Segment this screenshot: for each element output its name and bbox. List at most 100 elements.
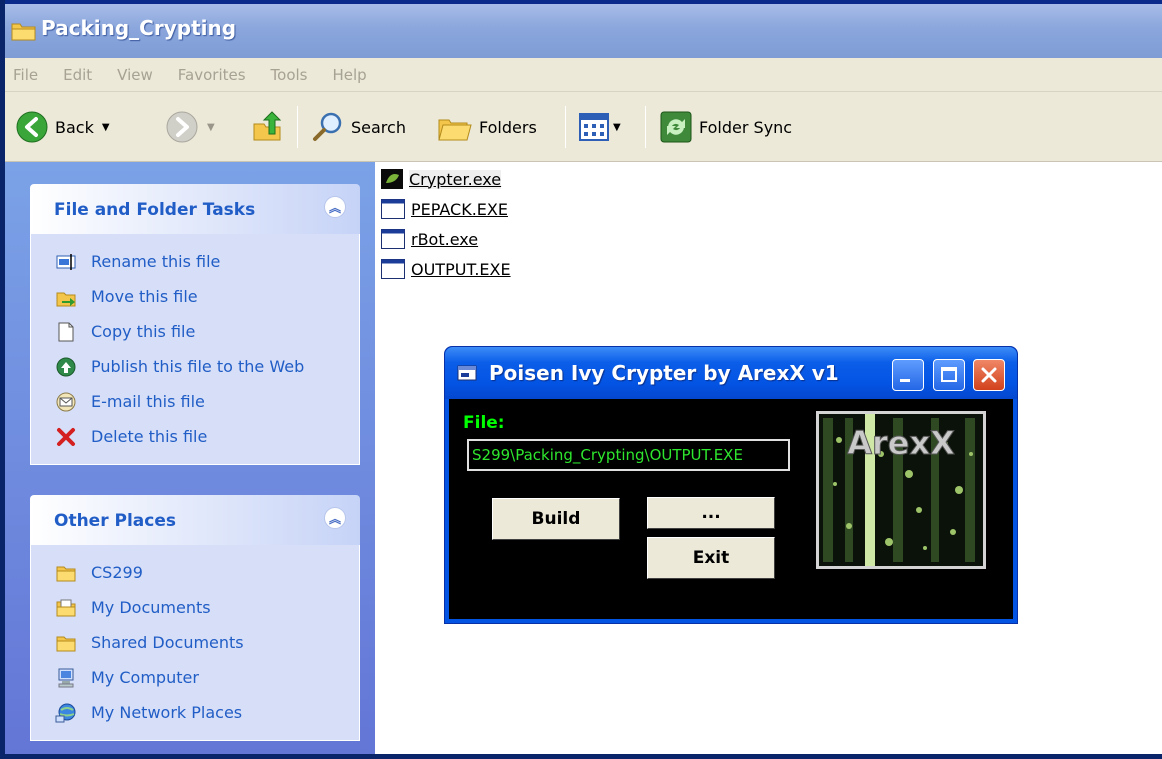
views-grid-icon [579,113,609,141]
panel-title: File and Folder Tasks [54,200,256,220]
exit-button[interactable]: Exit [647,537,775,579]
task-delete[interactable]: Delete this file [31,419,359,454]
search-button[interactable]: Search [311,92,406,162]
place-label: My Computer [91,668,199,687]
logo-artwork: ArexX [819,414,983,566]
build-button[interactable]: Build [492,498,620,540]
file-name: PEPACK.EXE [411,199,508,219]
other-places-panel: Other Places ︽ CS299 My Documents Shared… [30,495,360,741]
task-rename[interactable]: Rename this file [31,244,359,279]
menu-favorites[interactable]: Favorites [178,66,246,84]
place-cs299[interactable]: CS299 [31,555,359,590]
up-folder-icon [253,111,282,141]
menu-edit[interactable]: Edit [63,66,92,84]
chevron-down-icon[interactable]: ▼ [102,122,110,133]
file-item-output[interactable]: OUTPUT.EXE [381,256,511,282]
my-computer-icon [58,668,74,687]
crypter-body: File: Build ... Exit [449,399,1013,619]
folder-icon [56,566,76,581]
menu-bar: File Edit View Favorites Tools Help [5,58,1162,92]
folders-icon [438,119,472,141]
crypter-title: Poisen Ivy Crypter by ArexX v1 [489,361,839,385]
place-label: My Documents [91,598,211,617]
email-icon [56,392,76,411]
place-my-computer[interactable]: My Computer [31,660,359,695]
menu-help[interactable]: Help [333,66,367,84]
minimize-button[interactable] [892,359,924,391]
forward-arrow-icon [166,111,198,143]
file-item-rbot[interactable]: rBot.exe [381,226,478,252]
forward-button[interactable]: ▼ [165,92,215,162]
collapse-chevron-icon[interactable]: ︽ [324,196,346,218]
folder-sync-icon [660,111,692,143]
back-button[interactable]: Back ▼ [15,92,110,162]
place-my-network-places[interactable]: My Network Places [31,695,359,730]
task-publish-web[interactable]: Publish this file to the Web [31,349,359,384]
chevron-down-icon: ▼ [613,121,621,133]
explorer-title-bar[interactable]: Packing_Crypting [5,0,1162,58]
crypter-window: Poisen Ivy Crypter by ArexX v1 File: Bui… [444,346,1018,624]
task-label: Copy this file [91,322,196,341]
back-arrow-icon [16,111,48,143]
copy-icon [58,322,74,341]
folder-sync-button[interactable]: Folder Sync [659,92,792,162]
file-name: OUTPUT.EXE [411,259,511,279]
place-shared-documents[interactable]: Shared Documents [31,625,359,660]
views-button[interactable]: ▼ [579,92,621,162]
file-folder-tasks-header[interactable]: File and Folder Tasks ︽ [30,184,360,234]
app-window-icon[interactable] [457,365,477,381]
folder-icon [11,23,36,41]
file-folder-tasks-panel: File and Folder Tasks ︽ Rename this file… [30,184,360,465]
folders-label: Folders [479,117,537,137]
menu-view[interactable]: View [117,66,153,84]
collapse-chevron-icon[interactable]: ︽ [324,507,346,529]
file-path-input[interactable] [467,439,790,471]
delete-icon [57,427,75,446]
browse-button[interactable]: ... [647,497,775,529]
close-button[interactable] [973,359,1005,391]
maximize-icon [941,367,957,382]
file-name: Crypter.exe [409,169,502,189]
folders-button[interactable]: Folders [437,92,537,162]
my-documents-icon [56,599,76,616]
task-email[interactable]: E-mail this file [31,384,359,419]
crypter-title-bar[interactable]: Poisen Ivy Crypter by ArexX v1 [445,347,1017,399]
task-label: Publish this file to the Web [91,357,305,376]
task-label: Rename this file [91,252,221,271]
menu-file[interactable]: File [13,66,38,84]
file-item-crypter[interactable]: Crypter.exe [381,166,502,192]
place-label: Shared Documents [91,633,244,652]
task-move[interactable]: Move this file [31,279,359,314]
maximize-button[interactable] [933,359,965,391]
folder-icon [56,636,76,651]
menu-tools[interactable]: Tools [271,66,308,84]
arexx-logo-image: ArexX [816,411,986,569]
task-label: Delete this file [91,427,208,446]
task-copy[interactable]: Copy this file [31,314,359,349]
exe-icon [381,229,405,249]
other-places-header[interactable]: Other Places ︽ [30,495,360,545]
toolbar: Back ▼ ▼ Search Folders ▼ Folder Sync [5,92,1162,162]
back-label: Back [55,117,94,137]
place-my-documents[interactable]: My Documents [31,590,359,625]
file-item-pepack[interactable]: PEPACK.EXE [381,196,508,222]
search-label: Search [351,117,406,137]
task-label: E-mail this file [91,392,205,411]
exe-icon [381,199,405,219]
place-label: CS299 [91,563,143,582]
move-icon [56,292,76,306]
up-folder-button[interactable] [250,92,284,162]
place-label: My Network Places [91,703,243,722]
search-icon [313,112,342,141]
close-icon [981,367,997,383]
chevron-down-icon: ▼ [207,121,215,133]
logo-text: ArexX [847,424,955,462]
file-name: rBot.exe [411,229,479,249]
task-pane: File and Folder Tasks ︽ Rename this file… [5,162,375,754]
file-label: File: [463,413,505,433]
network-places-icon [55,703,76,722]
rename-icon [56,253,76,270]
crypter-app-icon [381,169,403,189]
task-label: Move this file [91,287,198,306]
minimize-icon [900,379,910,382]
